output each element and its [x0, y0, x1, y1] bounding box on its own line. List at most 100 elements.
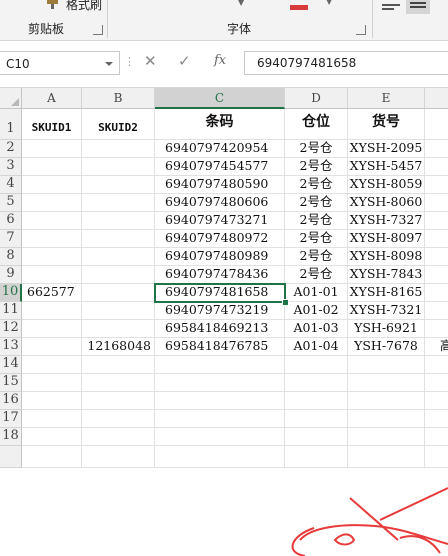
- name-box[interactable]: C10: [0, 51, 120, 75]
- row-header-3[interactable]: 3: [0, 158, 22, 176]
- cell-a1[interactable]: SKUID1: [22, 109, 82, 140]
- format-painter-button[interactable]: 格式刷: [66, 0, 102, 13]
- grid-cell[interactable]: [82, 284, 155, 302]
- cell-d9[interactable]: 2号仓: [285, 266, 348, 284]
- cell-d8[interactable]: 2号仓: [285, 248, 348, 266]
- grid-cell[interactable]: [22, 140, 82, 158]
- grid-cell[interactable]: [348, 428, 425, 446]
- cell-d1[interactable]: 仓位: [285, 109, 348, 140]
- cell-e6[interactable]: XYSH-7327: [348, 212, 425, 230]
- cell-e10[interactable]: XYSH-8165: [348, 284, 425, 302]
- cell-d13[interactable]: A01-04: [285, 338, 348, 356]
- grid-cell[interactable]: [285, 428, 348, 446]
- align-selected-icon[interactable]: [406, 0, 430, 14]
- grid-cell[interactable]: [155, 392, 285, 410]
- cell-e2[interactable]: XYSH-2095: [348, 140, 425, 158]
- cell-d7[interactable]: 2号仓: [285, 230, 348, 248]
- fill-handle[interactable]: [282, 299, 289, 306]
- grid-cell[interactable]: [425, 392, 448, 410]
- cell-a10[interactable]: 662577: [22, 284, 82, 302]
- font-color-icon[interactable]: [290, 0, 308, 10]
- grid-cell[interactable]: [82, 212, 155, 230]
- grid-cell[interactable]: [425, 446, 448, 468]
- grid-cell[interactable]: [82, 302, 155, 320]
- row-header-6[interactable]: 6: [0, 212, 22, 230]
- cell-c12[interactable]: 6958418469213: [155, 320, 285, 338]
- grid-cell[interactable]: [22, 392, 82, 410]
- grid-cell[interactable]: [285, 446, 348, 468]
- grid-cell[interactable]: [22, 230, 82, 248]
- row-header-1[interactable]: 1: [0, 109, 22, 140]
- cell-c5[interactable]: 6940797480606: [155, 194, 285, 212]
- grid-cell[interactable]: [82, 428, 155, 446]
- cell-b1[interactable]: SKUID2: [82, 109, 155, 140]
- grid-cell[interactable]: [285, 374, 348, 392]
- grid-cell[interactable]: [155, 356, 285, 374]
- cell-c7[interactable]: 6940797480972: [155, 230, 285, 248]
- row-header-14[interactable]: 14: [0, 356, 22, 374]
- grid-cell[interactable]: [285, 356, 348, 374]
- cell-c9[interactable]: 6940797478436: [155, 266, 285, 284]
- grid-cell[interactable]: [425, 320, 448, 338]
- cell-d3[interactable]: 2号仓: [285, 158, 348, 176]
- grid-cell[interactable]: [82, 320, 155, 338]
- grid-cell[interactable]: [82, 158, 155, 176]
- grid-cell[interactable]: [425, 212, 448, 230]
- row-header-10[interactable]: 10: [0, 284, 22, 302]
- grid-cell[interactable]: [82, 374, 155, 392]
- row-header-4[interactable]: 4: [0, 176, 22, 194]
- grid-cell[interactable]: [22, 446, 82, 468]
- cell-c11[interactable]: 6940797473219: [155, 302, 285, 320]
- enter-check-icon[interactable]: ✓: [178, 52, 191, 70]
- grid-cell[interactable]: [82, 140, 155, 158]
- grid-cell[interactable]: [82, 410, 155, 428]
- grid-cell[interactable]: [82, 194, 155, 212]
- cell-d5[interactable]: 2号仓: [285, 194, 348, 212]
- grid-cell[interactable]: [425, 266, 448, 284]
- column-header-c[interactable]: C: [155, 88, 285, 109]
- grid-cell[interactable]: [22, 302, 82, 320]
- cell-c8[interactable]: 6940797480989: [155, 248, 285, 266]
- grid-cell[interactable]: [425, 109, 448, 140]
- cell-d2[interactable]: 2号仓: [285, 140, 348, 158]
- column-header-e[interactable]: E: [348, 88, 425, 109]
- cell-d11[interactable]: A01-02: [285, 302, 348, 320]
- grid-cell[interactable]: [425, 248, 448, 266]
- row-header-12[interactable]: 12: [0, 320, 22, 338]
- cell-c6[interactable]: 6940797473271: [155, 212, 285, 230]
- grid-cell[interactable]: [22, 158, 82, 176]
- cell-c2[interactable]: 6940797420954: [155, 140, 285, 158]
- grid-cell[interactable]: [22, 338, 82, 356]
- grid-cell[interactable]: [155, 428, 285, 446]
- row-header-19[interactable]: [0, 446, 22, 468]
- grid-cell[interactable]: [82, 176, 155, 194]
- cell-c4[interactable]: 6940797480590: [155, 176, 285, 194]
- grid-cell[interactable]: [22, 320, 82, 338]
- grid-cell[interactable]: [425, 158, 448, 176]
- cell-d4[interactable]: 2号仓: [285, 176, 348, 194]
- cell-d12[interactable]: A01-03: [285, 320, 348, 338]
- grid-cell[interactable]: [425, 284, 448, 302]
- cell-e9[interactable]: XYSH-7843: [348, 266, 425, 284]
- cell-e1[interactable]: 货号: [348, 109, 425, 140]
- grid-cell[interactable]: [82, 356, 155, 374]
- grid-cell[interactable]: [22, 248, 82, 266]
- column-header-a[interactable]: A: [22, 88, 82, 109]
- grid-cell[interactable]: [22, 194, 82, 212]
- cell-f13[interactable]: 高: [425, 338, 448, 356]
- row-header-17[interactable]: 17: [0, 410, 22, 428]
- cell-d6[interactable]: 2号仓: [285, 212, 348, 230]
- insert-function-icon[interactable]: fx: [214, 53, 226, 68]
- grid-cell[interactable]: [22, 356, 82, 374]
- row-header-15[interactable]: 15: [0, 374, 22, 392]
- format-painter-icon[interactable]: [46, 0, 62, 9]
- chevron-down-icon[interactable]: [105, 62, 113, 66]
- grid-cell[interactable]: [22, 410, 82, 428]
- cell-e12[interactable]: YSH-6921: [348, 320, 425, 338]
- grid-cell[interactable]: [82, 248, 155, 266]
- grid-cell[interactable]: [348, 356, 425, 374]
- grid-cell[interactable]: [155, 446, 285, 468]
- grid-cell[interactable]: [155, 374, 285, 392]
- grid-cell[interactable]: [22, 374, 82, 392]
- row-header-7[interactable]: 7: [0, 230, 22, 248]
